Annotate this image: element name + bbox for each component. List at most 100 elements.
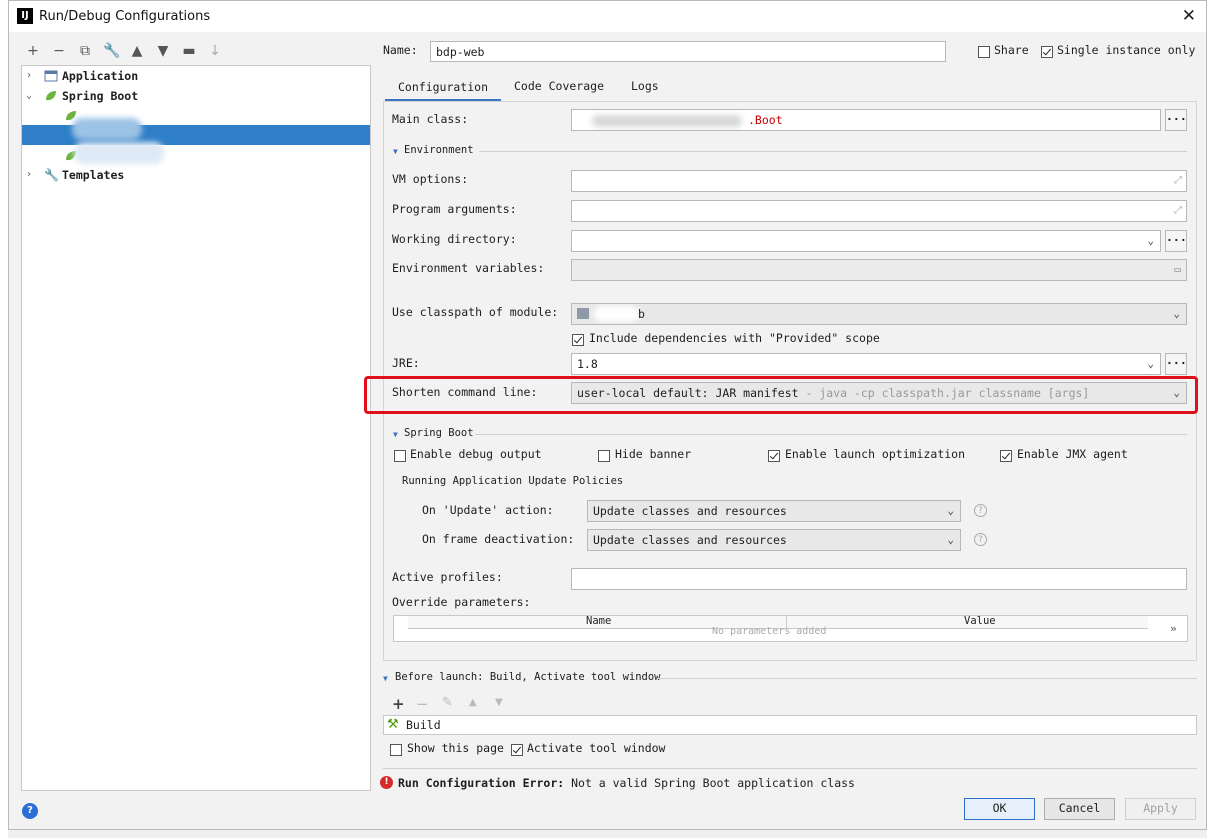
add-icon[interactable]: + — [25, 43, 41, 59]
move-down-task-icon[interactable]: ▼ — [495, 697, 503, 708]
wrench-icon-templates: 🔧 — [44, 168, 59, 182]
share-checkbox[interactable] — [978, 46, 990, 58]
window-title: Run/Debug Configurations — [39, 9, 211, 24]
table-more-icon[interactable]: » — [1170, 622, 1177, 635]
redacted-config-name — [72, 118, 142, 140]
vm-options-input[interactable]: ⤢ — [571, 170, 1187, 192]
show-page-checkbox[interactable] — [390, 744, 402, 756]
tab-code-coverage[interactable]: Code Coverage — [514, 77, 604, 99]
folder-icon[interactable]: ▬ — [181, 43, 197, 59]
main-class-input[interactable]: .Boot — [571, 109, 1161, 131]
on-frame-label: On frame deactivation: — [422, 532, 575, 546]
tab-configuration[interactable]: Configuration — [385, 77, 501, 101]
jre-browse-button[interactable]: ··· — [1165, 353, 1187, 375]
classpath-module-combo[interactable]: b ⌄ — [571, 303, 1187, 325]
update-policies-label: Running Application Update Policies — [402, 475, 624, 487]
collapse-triangle-icon-sb[interactable]: ▼ — [393, 430, 398, 439]
cancel-button[interactable]: Cancel — [1044, 798, 1115, 820]
before-launch-list[interactable]: ⚒ Build — [383, 715, 1197, 735]
move-up-task-icon[interactable]: ▲ — [469, 697, 477, 708]
remove-icon[interactable]: − — [51, 43, 67, 59]
background-ide-right — [1207, 0, 1217, 838]
vm-options-label: VM options: — [392, 172, 469, 186]
jre-combo[interactable]: 1.8 ⌄ — [571, 353, 1161, 375]
tab-logs[interactable]: Logs — [631, 77, 659, 99]
apply-button[interactable]: Apply — [1125, 798, 1196, 820]
wrench-icon[interactable]: 🔧 — [103, 43, 120, 59]
working-dir-combo[interactable]: ⌄ — [571, 230, 1161, 252]
activate-tool-window-label: Activate tool window — [527, 741, 666, 755]
spring-boot-icon — [46, 91, 56, 101]
before-launch-divider — [657, 678, 1197, 679]
intellij-logo-icon: IJ — [17, 8, 33, 24]
redacted-config-name-2 — [74, 142, 164, 164]
single-instance-label: Single instance only — [1057, 43, 1196, 57]
main-class-label: Main class: — [392, 112, 469, 126]
sort-icon[interactable]: ↓ — [207, 43, 223, 59]
single-instance-checkbox[interactable] — [1041, 46, 1053, 58]
program-args-label: Program arguments: — [392, 202, 517, 216]
shorten-value: user-local default: JAR manifest — [577, 386, 799, 400]
active-profiles-input[interactable] — [571, 568, 1187, 590]
chevron-down-icon-jre[interactable]: ⌄ — [1147, 354, 1154, 374]
include-deps-label: Include dependencies with "Provided" sco… — [589, 331, 880, 345]
enable-debug-checkbox[interactable] — [394, 450, 406, 462]
on-frame-combo[interactable]: Update classes and resources ⌄ — [587, 529, 961, 551]
arrow-down-icon[interactable]: ▼ — [155, 43, 171, 59]
collapse-triangle-icon[interactable]: ▼ — [393, 147, 398, 156]
table-col-value[interactable]: Value — [964, 615, 996, 627]
shorten-command-combo[interactable]: user-local default: JAR manifest - java … — [571, 382, 1187, 404]
edit-task-icon[interactable]: ✎ — [442, 695, 453, 710]
include-deps-checkbox[interactable] — [572, 334, 584, 346]
expand-icon[interactable]: ⤢ — [1174, 171, 1182, 191]
copy-icon[interactable]: ⧉ — [77, 43, 93, 59]
env-vars-input[interactable]: ▭ — [571, 259, 1187, 281]
chevron-down-icon[interactable]: ⌄ — [26, 86, 32, 106]
error-icon: ! — [380, 776, 393, 789]
background-ide-left — [0, 0, 8, 838]
folder-browse-icon[interactable]: ▭ — [1174, 260, 1181, 280]
help-button-icon[interactable]: ? — [22, 803, 38, 819]
tab-label-code-coverage: Code Coverage — [514, 79, 605, 93]
chevron-right-icon-2[interactable]: › — [26, 165, 32, 185]
expand-icon-2[interactable]: ⤢ — [1174, 201, 1182, 221]
chevron-right-icon[interactable]: › — [26, 66, 32, 86]
chevron-down-icon-cp[interactable]: ⌄ — [1173, 304, 1180, 324]
table-col-name[interactable]: Name — [586, 615, 611, 627]
on-update-combo[interactable]: Update classes and resources ⌄ — [587, 500, 961, 522]
tree-item-templates[interactable]: › 🔧 Templates — [22, 165, 370, 185]
activate-tool-window-checkbox[interactable] — [511, 744, 523, 756]
build-task-item[interactable]: Build — [406, 718, 441, 732]
collapse-triangle-icon-bl[interactable]: ▼ — [383, 674, 388, 683]
tree-item-application[interactable]: › Application — [22, 66, 370, 86]
show-page-label: Show this page — [407, 741, 504, 755]
launch-optimization-checkbox[interactable] — [768, 450, 780, 462]
ok-button[interactable]: OK — [964, 798, 1035, 820]
help-icon-2[interactable]: ? — [974, 533, 987, 546]
override-params-table[interactable]: Name Value No parameters added » — [393, 615, 1188, 642]
tree-item-spring-boot[interactable]: ⌄ Spring Boot — [22, 86, 370, 106]
add-task-icon[interactable]: + — [392, 695, 405, 713]
working-dir-browse-button[interactable]: ··· — [1165, 230, 1187, 252]
tree-label-application: Application — [62, 69, 139, 83]
hide-banner-checkbox[interactable] — [598, 450, 610, 462]
chevron-down-icon-ou[interactable]: ⌄ — [947, 501, 954, 521]
chevron-down-icon-of[interactable]: ⌄ — [947, 530, 954, 550]
help-icon[interactable]: ? — [974, 504, 987, 517]
remove-task-icon[interactable]: − — [416, 695, 429, 713]
build-hammer-icon: ⚒ — [387, 717, 399, 732]
chevron-down-icon-wd[interactable]: ⌄ — [1147, 231, 1154, 251]
arrow-up-icon[interactable]: ▲ — [129, 43, 145, 59]
close-icon[interactable]: ✕ — [1182, 6, 1196, 26]
configuration-tree[interactable]: › Application ⌄ Spring Boot › 🔧 Template… — [21, 65, 371, 791]
main-class-browse-button[interactable]: ··· — [1165, 109, 1187, 131]
chevron-down-icon-sc[interactable]: ⌄ — [1173, 383, 1180, 403]
name-input[interactable]: bdp-web — [430, 41, 946, 62]
environment-section-label: Environment — [404, 144, 474, 156]
jre-value: 1.8 — [577, 357, 598, 371]
program-args-input[interactable]: ⤢ — [571, 200, 1187, 222]
shorten-label: Shorten command line: — [392, 385, 538, 399]
jre-label: JRE: — [392, 356, 420, 370]
jmx-agent-checkbox[interactable] — [1000, 450, 1012, 462]
tree-label-templates: Templates — [62, 168, 125, 182]
